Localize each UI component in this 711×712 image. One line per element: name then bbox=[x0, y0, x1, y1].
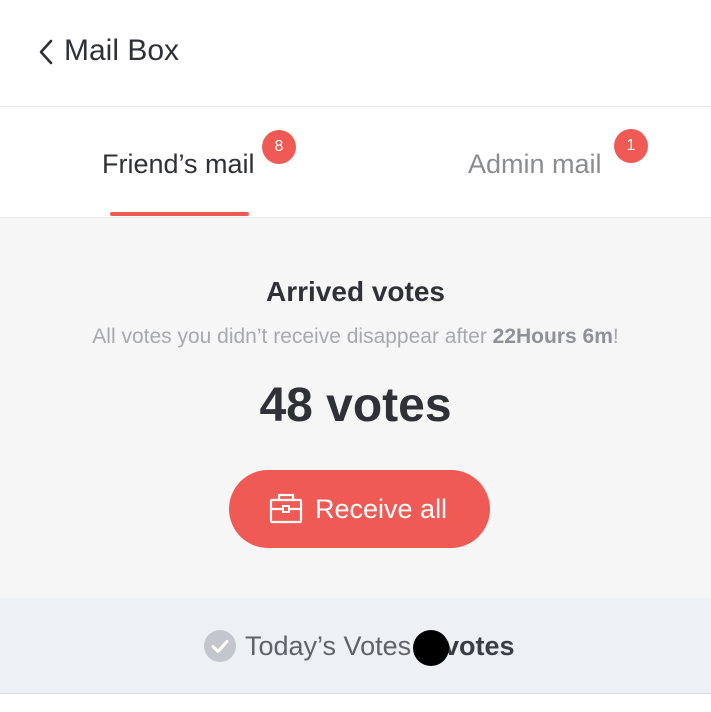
arrived-votes-panel: Arrived votes All votes you didn’t recei… bbox=[0, 218, 711, 598]
receive-all-label: Receive all bbox=[315, 494, 448, 524]
expiry-suffix: ! bbox=[612, 325, 619, 348]
page-title: Mail Box bbox=[64, 34, 180, 67]
expiry-text: All votes you didn’t receive disappear a… bbox=[92, 325, 493, 348]
unread-badge: 8 bbox=[262, 130, 296, 164]
touch-indicator bbox=[413, 630, 449, 666]
todays-votes-value: votes bbox=[444, 631, 515, 661]
arrived-votes-title: Arrived votes bbox=[266, 276, 445, 307]
briefcase-icon bbox=[269, 493, 303, 524]
app-header: Mail Box bbox=[0, 0, 711, 107]
expiry-time: 22Hours 6m bbox=[492, 325, 613, 348]
todays-votes-bar: Today’s Votes votes bbox=[0, 598, 711, 693]
active-tab-indicator bbox=[110, 212, 249, 216]
todays-votes-label: Today’s Votes bbox=[245, 631, 412, 661]
tab-label: Friend’s mail bbox=[102, 149, 255, 179]
tab-friends-mail[interactable]: Friend’s mail 8 bbox=[0, 107, 355, 217]
expiry-notice: All votes you didn’t receive disappear a… bbox=[0, 325, 711, 349]
bottom-edge bbox=[0, 693, 711, 712]
unread-badge: 1 bbox=[614, 129, 648, 163]
mail-tabs: Friend’s mail 8 Admin mail 1 bbox=[0, 107, 711, 218]
receive-all-button[interactable]: Receive all bbox=[229, 470, 490, 548]
votes-count: 48 votes bbox=[259, 379, 452, 432]
tab-label: Admin mail bbox=[468, 149, 602, 179]
tab-admin-mail[interactable]: Admin mail 1 bbox=[355, 107, 711, 217]
chevron-left-icon[interactable] bbox=[36, 38, 56, 66]
check-circle-icon bbox=[204, 630, 236, 662]
